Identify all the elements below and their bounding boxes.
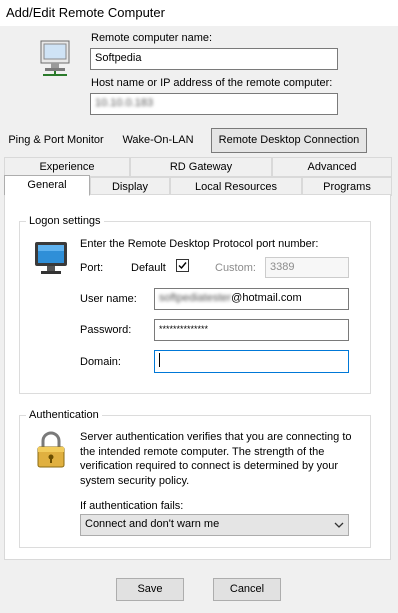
checkmark-icon: [178, 262, 187, 270]
domain-label: Domain:: [80, 356, 121, 368]
tab-ping-port-monitor[interactable]: Ping & Port Monitor: [4, 129, 108, 153]
computer-name-field[interactable]: Softpedia: [90, 48, 338, 70]
fail-label: If authentication fails:: [80, 500, 184, 512]
user-field[interactable]: softpediatester@hotmail.com: [154, 288, 349, 310]
host-value: 10.10.0.183: [95, 97, 154, 109]
monitor-icon: [33, 240, 69, 281]
fail-action-value: Connect and don't warn me: [85, 518, 220, 530]
authentication-description: Server authentication verifies that you …: [80, 431, 352, 487]
default-checkbox[interactable]: [176, 259, 189, 272]
cancel-button[interactable]: Cancel: [213, 578, 281, 601]
title-bar: Add/Edit Remote Computer: [0, 0, 398, 27]
user-label: User name:: [80, 293, 137, 305]
tab-remote-desktop-connection[interactable]: Remote Desktop Connection: [211, 128, 367, 153]
port-label: Port:: [80, 262, 104, 274]
lock-icon: [33, 430, 69, 473]
tab-experience[interactable]: Experience: [4, 157, 130, 177]
host-field[interactable]: 10.10.0.183: [90, 93, 338, 115]
tab-rd-gateway[interactable]: RD Gateway: [130, 157, 272, 177]
save-button[interactable]: Save: [116, 578, 184, 601]
custom-port-field[interactable]: 3389: [265, 257, 349, 278]
chevron-down-icon: [334, 522, 344, 528]
user-value-domain: @hotmail.com: [231, 292, 302, 304]
host-label: Host name or IP address of the remote co…: [91, 77, 333, 89]
password-label: Password:: [80, 324, 132, 336]
domain-field[interactable]: [154, 350, 349, 373]
tab-wake-on-lan[interactable]: Wake-On-LAN: [110, 129, 206, 153]
user-value-hidden: softpediatester: [159, 292, 232, 304]
computer-name-label: Remote computer name:: [91, 32, 213, 44]
tab-general[interactable]: General: [4, 175, 90, 196]
fail-action-dropdown[interactable]: Connect and don't warn me: [80, 514, 349, 536]
custom-label: Custom:: [215, 262, 256, 274]
logon-settings-title: Logon settings: [26, 215, 104, 227]
text-cursor: [159, 353, 160, 368]
port-prompt: Enter the Remote Desktop Protocol port n…: [80, 238, 319, 250]
default-label: Default: [131, 262, 166, 274]
window-title: Add/Edit Remote Computer: [6, 5, 165, 20]
computer-icon: [38, 40, 72, 79]
tab-advanced[interactable]: Advanced: [272, 157, 392, 177]
authentication-title: Authentication: [26, 409, 102, 421]
password-field[interactable]: **************: [154, 319, 349, 341]
